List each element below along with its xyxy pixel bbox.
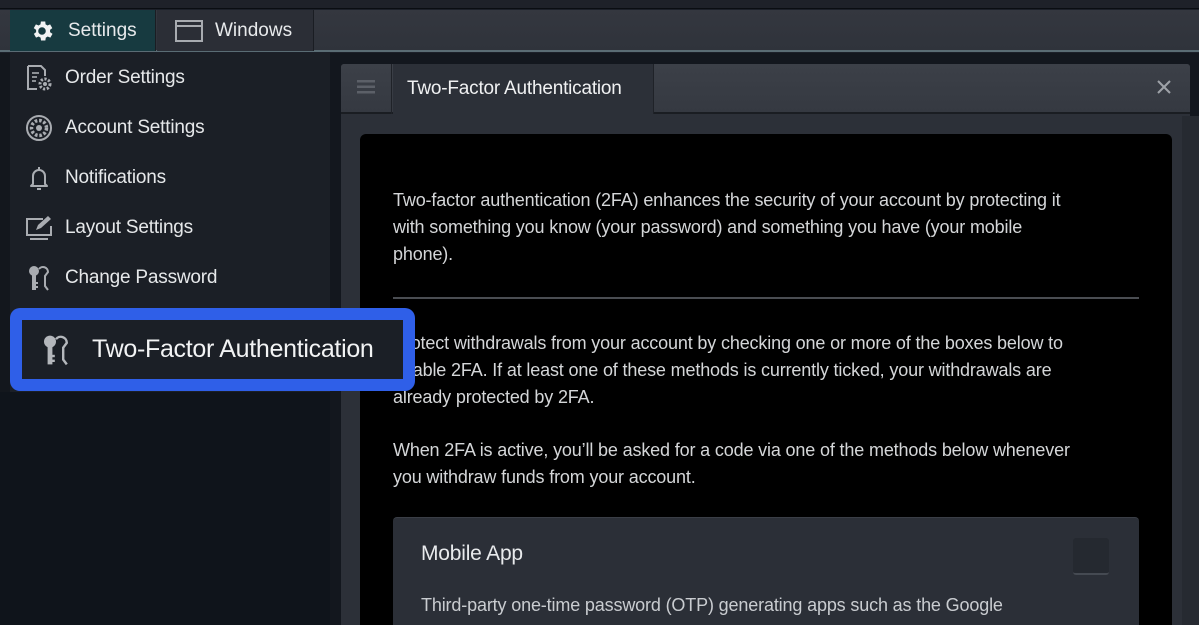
document-gear-icon xyxy=(24,63,54,93)
window-icon xyxy=(175,17,203,45)
protect-paragraph: Protect withdrawals from your account by… xyxy=(393,330,1143,411)
sidebar-item-notifications[interactable]: Notifications xyxy=(24,160,166,196)
sidebar-item-label: Order Settings xyxy=(65,67,185,88)
intro-paragraph: Two-factor authentication (2FA) enhances… xyxy=(393,187,1143,268)
sidebar-item-layout-settings[interactable]: Layout Settings xyxy=(24,210,193,246)
panel-tab-label: Two-Factor Authentication xyxy=(407,78,622,99)
active-line: When 2FA is active, you’ll be asked for … xyxy=(393,440,1070,460)
title-strip xyxy=(0,0,1199,9)
keys-icon xyxy=(24,263,54,293)
sidebar-item-label: Notifications xyxy=(65,167,166,188)
mobile-app-checkbox[interactable] xyxy=(1073,538,1109,575)
method-title: Mobile App xyxy=(421,542,523,565)
menu-tab-windows[interactable]: Windows xyxy=(157,10,314,51)
sidebar-item-label: Account Settings xyxy=(65,117,205,138)
sidebar-item-account-settings[interactable]: Account Settings xyxy=(24,110,205,146)
cog-circle-icon xyxy=(24,113,54,143)
active-paragraph: When 2FA is active, you’ll be asked for … xyxy=(393,437,1143,491)
sidebar-item-label: Layout Settings xyxy=(65,217,193,238)
menu-tab-label: Settings xyxy=(68,19,137,41)
protect-line: Protect withdrawals from your account by… xyxy=(393,333,1063,353)
close-button[interactable] xyxy=(1152,77,1176,101)
protect-line: enable 2FA. If at least one of these met… xyxy=(393,360,1052,380)
drag-handle-icon xyxy=(357,79,375,100)
intro-line: Two-factor authentication (2FA) enhances… xyxy=(393,190,1061,210)
sidebar-item-label: Two-Factor Authentication xyxy=(92,335,374,363)
monitor-edit-icon xyxy=(24,213,54,243)
sidebar-item-change-password[interactable]: Change Password xyxy=(24,260,217,296)
sidebar-item-label: Change Password xyxy=(65,267,218,288)
gear-icon xyxy=(28,17,56,45)
panel-tab-two-factor[interactable]: Two-Factor Authentication xyxy=(393,64,654,114)
intro-line: with something you know (your password) … xyxy=(393,217,1023,237)
panel-scrollbar[interactable] xyxy=(1182,116,1199,625)
active-line: you withdraw funds from your account. xyxy=(393,467,696,487)
drag-handle[interactable] xyxy=(341,64,392,114)
method-card-mobile-app: Mobile App Third-party one-time password… xyxy=(393,517,1139,625)
bell-icon xyxy=(24,163,54,193)
protect-line: already protected by 2FA. xyxy=(393,387,595,407)
menu-tab-settings[interactable]: Settings xyxy=(10,10,156,51)
close-icon xyxy=(1156,79,1172,100)
sidebar-empty-area xyxy=(0,392,330,625)
panel-header: Two-Factor Authentication xyxy=(341,64,1190,114)
section-divider xyxy=(393,297,1139,299)
sidebar-item-two-factor-authentication[interactable]: Two-Factor Authentication xyxy=(10,308,415,391)
keys-icon xyxy=(36,330,76,370)
intro-line: phone). xyxy=(393,244,453,264)
sidebar-item-order-settings[interactable]: Order Settings xyxy=(24,60,185,96)
method-description: Third-party one-time password (OTP) gene… xyxy=(421,595,1003,615)
menu-tab-label: Windows xyxy=(215,19,293,41)
